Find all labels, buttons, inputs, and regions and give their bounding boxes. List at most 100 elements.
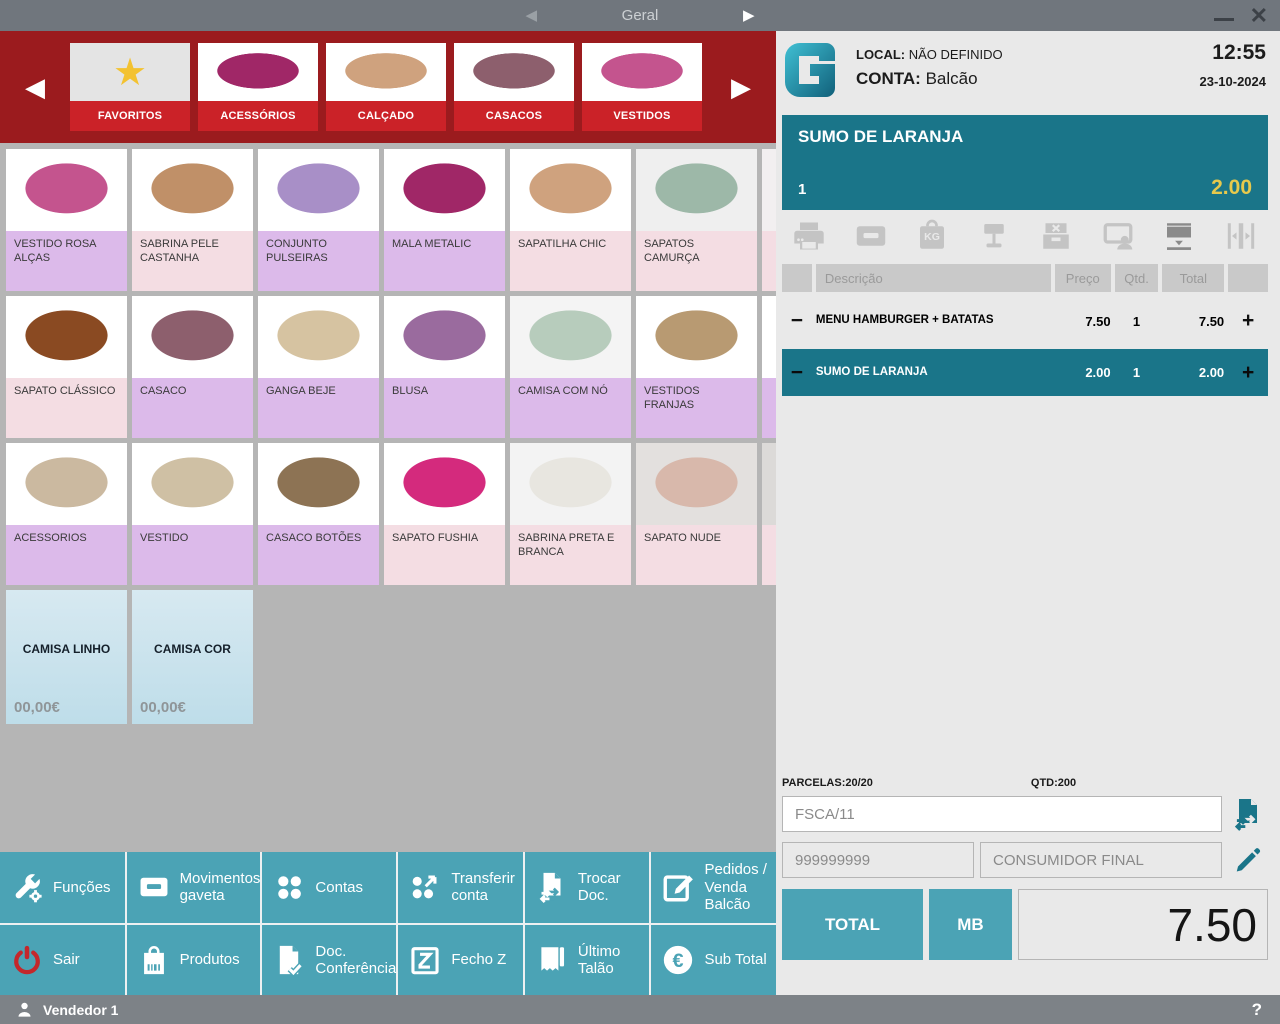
star-icon: ★ [70, 43, 190, 101]
product-card[interactable]: SAPATO FUSHIA [384, 443, 505, 585]
product-card[interactable]: SABRINA PELE CASTANHA [132, 149, 253, 291]
document-ref-field[interactable]: FSCA/11 [782, 796, 1222, 832]
printer-icon[interactable] [788, 217, 830, 255]
receipt-line-item[interactable]: −MENU HAMBURGER + BATATAS7.5017.50+ [782, 295, 1268, 347]
product-photo [384, 296, 505, 378]
monitor-user-icon[interactable] [1097, 217, 1139, 255]
product-card[interactable]: CAMISA COM NÓ [510, 296, 631, 438]
category-card-vestidos[interactable]: VESTIDOS [582, 43, 702, 131]
line-total: 7.50 [1162, 314, 1224, 329]
fn-button-transferir-conta[interactable]: Transferir conta [398, 852, 523, 923]
product-card[interactable]: VESTIDOS FRANJAS [636, 296, 757, 438]
fn-button-label: Sub Total [704, 951, 766, 968]
fn-button--ltimo-tal-o[interactable]: Último Talão [525, 925, 650, 996]
fn-button-contas[interactable]: Contas [262, 852, 396, 923]
col-header-total: Total [1162, 264, 1224, 292]
screen-next-icon[interactable]: ▶ [743, 8, 755, 23]
product-card[interactable] [762, 443, 776, 585]
categories-next-icon[interactable]: ▶ [706, 72, 776, 103]
fn-button-produtos[interactable]: Produtos [127, 925, 261, 996]
increase-qty-button[interactable]: + [1228, 361, 1268, 385]
product-grid: VESTIDO ROSA ALÇASSABRINA PELE CASTANHAC… [0, 143, 776, 852]
product-card[interactable]: VESTIDO [132, 443, 253, 585]
decrease-qty-button[interactable]: − [782, 361, 812, 385]
product-card[interactable]: SABRINA PRETA E BRANCA [510, 443, 631, 585]
line-description: SUMO DE LARANJA [816, 365, 1051, 381]
product-card[interactable] [762, 296, 776, 438]
screen-prev-icon[interactable]: ◀ [525, 8, 537, 23]
fn-button-label: Doc. Conferência [315, 943, 396, 978]
fn-button-trocar-doc-[interactable]: Trocar Doc. [525, 852, 650, 923]
bag-barcode-icon [137, 943, 171, 977]
scale-kg-icon[interactable]: KG [911, 217, 953, 255]
fn-button-fecho-z[interactable]: Fecho Z [398, 925, 523, 996]
customer-name-field[interactable]: CONSUMIDOR FINAL [980, 842, 1222, 878]
change-document-button[interactable] [1228, 796, 1268, 832]
fn-button-fun-es[interactable]: Funções [0, 852, 125, 923]
shade-down-icon[interactable] [1158, 217, 1200, 255]
total-button[interactable]: TOTAL [782, 889, 923, 960]
category-card-favoritos[interactable]: ★FAVORITOS [70, 43, 190, 131]
split-view-icon[interactable] [1220, 217, 1262, 255]
product-card[interactable]: SAPATOS CAMURÇA [636, 149, 757, 291]
pole-display-icon[interactable] [973, 217, 1015, 255]
fn-button-sair[interactable]: Sair [0, 925, 125, 996]
close-icon[interactable]: ✕ [1250, 5, 1268, 27]
mb-button[interactable]: MB [929, 889, 1012, 960]
product-card[interactable] [762, 149, 776, 291]
increase-qty-button[interactable]: + [1228, 309, 1268, 333]
product-card[interactable]: SAPATO CLÁSSICO [6, 296, 127, 438]
product-card[interactable]: SAPATO NUDE [636, 443, 757, 585]
categories-prev-icon[interactable]: ◀ [0, 72, 70, 103]
fn-button-sub-total[interactable]: €Sub Total [651, 925, 776, 996]
product-card[interactable]: VESTIDO ROSA ALÇAS [6, 149, 127, 291]
product-name: VESTIDO ROSA ALÇAS [6, 231, 127, 291]
customer-nif-field[interactable]: 999999999 [782, 842, 974, 878]
clock-date: 23-10-2024 [1200, 74, 1267, 89]
line-price: 2.00 [1055, 365, 1111, 380]
fn-button-pedidos-venda-balc-o[interactable]: Pedidos / Venda Balcão [651, 852, 776, 923]
product-card[interactable]: ACESSORIOS [6, 443, 127, 585]
quick-product-card[interactable]: CAMISA COR00,00€ [132, 590, 253, 724]
help-button[interactable]: ? [1252, 1000, 1262, 1020]
fn-button-doc-confer-ncia[interactable]: Doc. Conferência [262, 925, 396, 996]
sales-area: ◀ ★FAVORITOSACESSÓRIOSCALÇADOCASACOSVEST… [0, 31, 776, 995]
product-name: CAMISA COR [132, 642, 253, 656]
drawer-icon[interactable] [850, 217, 892, 255]
receipt-line-item[interactable]: −SUMO DE LARANJA2.0012.00+ [782, 349, 1268, 396]
edit-customer-button[interactable] [1228, 842, 1268, 878]
drawer-x-icon[interactable] [1035, 217, 1077, 255]
vendor-info: Vendedor 1 [0, 1001, 118, 1018]
product-name: SAPATOS CAMURÇA [636, 231, 757, 291]
minimize-icon[interactable] [1214, 18, 1234, 21]
current-item-price: 2.00 [1211, 176, 1252, 200]
quick-product-card[interactable]: CAMISA LINHO00,00€ [6, 590, 127, 724]
decrease-qty-button[interactable]: − [782, 309, 812, 333]
product-name: VESTIDO [132, 525, 253, 585]
product-photo [6, 296, 127, 378]
category-label: FAVORITOS [70, 101, 190, 131]
category-card-acess-rios[interactable]: ACESSÓRIOS [198, 43, 318, 131]
category-cards: ★FAVORITOSACESSÓRIOSCALÇADOCASACOSVESTID… [70, 43, 706, 131]
product-photo [132, 149, 253, 231]
product-card[interactable]: CASACO BOTÕES [258, 443, 379, 585]
fn-button-movimentos-gaveta[interactable]: Movimentos gaveta [127, 852, 261, 923]
fn-button-label: Contas [315, 879, 363, 896]
product-card[interactable]: CONJUNTO PULSEIRAS [258, 149, 379, 291]
clock-time: 12:55 [1200, 41, 1267, 65]
fn-button-label: Último Talão [578, 943, 650, 978]
product-photo [258, 296, 379, 378]
product-card[interactable]: GANGA BEJE [258, 296, 379, 438]
category-card-casacos[interactable]: CASACOS [454, 43, 574, 131]
product-card[interactable]: CASACO [132, 296, 253, 438]
category-card-cal-ado[interactable]: CALÇADO [326, 43, 446, 131]
product-photo [510, 443, 631, 525]
line-description: MENU HAMBURGER + BATATAS [816, 313, 1051, 329]
product-card[interactable]: BLUSA [384, 296, 505, 438]
product-card[interactable]: SAPATILHA CHIC [510, 149, 631, 291]
product-photo [510, 149, 631, 231]
product-card[interactable]: MALA METALIC [384, 149, 505, 291]
z-square-icon [408, 943, 442, 977]
function-button-grid: FunçõesMovimentos gaveta Contas Transferir… [0, 852, 776, 995]
doc-check-icon [272, 943, 306, 977]
